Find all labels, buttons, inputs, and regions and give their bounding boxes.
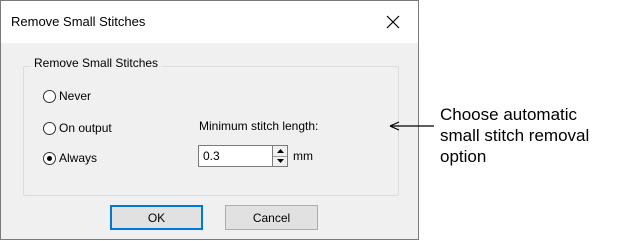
cancel-button[interactable]: Cancel: [225, 205, 318, 230]
min-stitch-length-input[interactable]: [198, 145, 273, 167]
ok-button[interactable]: OK: [110, 205, 203, 230]
radio-on-output[interactable]: On output: [43, 121, 112, 135]
spin-up-icon: [276, 149, 284, 153]
unit-label: mm: [293, 149, 313, 163]
radio-never-circle[interactable]: [43, 89, 56, 103]
dialog-title: Remove Small Stitches: [11, 14, 146, 29]
group-label: Remove Small Stitches: [31, 56, 162, 70]
remove-small-stitches-dialog: Remove Small Stitches Remove Small Stitc…: [0, 0, 419, 240]
radio-always[interactable]: Always: [43, 151, 97, 165]
radio-on-output-label: On output: [59, 121, 112, 135]
min-stitch-length-spinner: [273, 145, 288, 167]
spin-down-icon: [276, 159, 284, 163]
close-icon: [386, 15, 400, 29]
radio-never[interactable]: Never: [43, 89, 91, 103]
radio-always-circle[interactable]: [43, 151, 56, 165]
arrow-left-icon: [389, 121, 434, 131]
radio-on-output-circle[interactable]: [43, 121, 56, 135]
min-stitch-length-label: Minimum stitch length:: [199, 119, 319, 133]
titlebar: Remove Small Stitches: [1, 1, 418, 43]
radio-always-label: Always: [59, 151, 98, 165]
annotation-text: Choose automatic small stitch removal op…: [440, 105, 590, 166]
spin-down-button[interactable]: [273, 156, 287, 166]
radio-never-label: Never: [59, 89, 92, 103]
close-button[interactable]: [384, 13, 402, 31]
